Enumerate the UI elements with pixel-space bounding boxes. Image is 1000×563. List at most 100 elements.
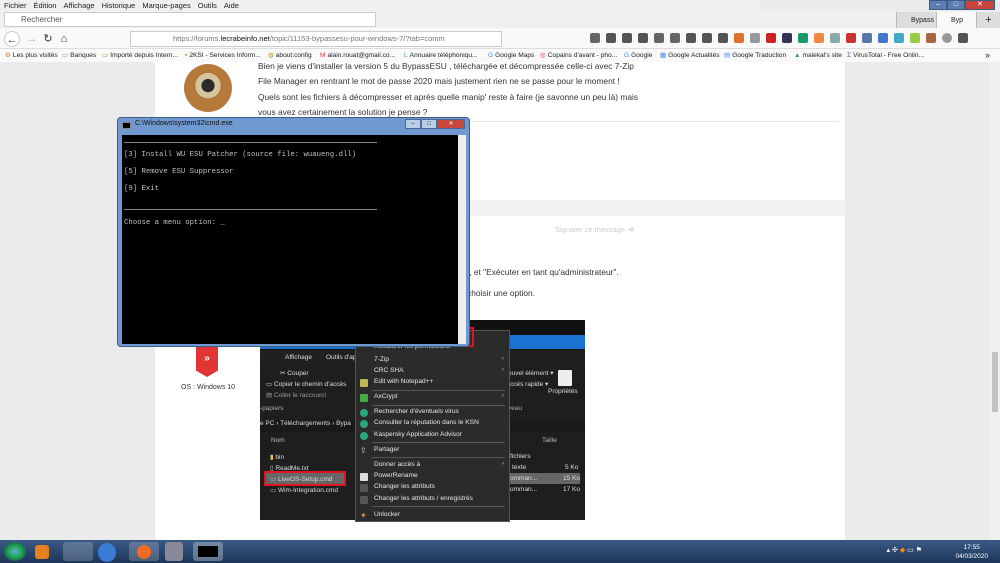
- scrollbar-thumb[interactable]: [992, 352, 998, 412]
- lt-icon[interactable]: [782, 33, 792, 43]
- text-icon[interactable]: [846, 33, 856, 43]
- avatar[interactable]: [184, 64, 232, 112]
- menu-affichage[interactable]: Affichage: [63, 0, 94, 11]
- file-row[interactable]: ▭ Wim-Integration.cmd: [270, 486, 338, 494]
- circle-icon[interactable]: [942, 33, 952, 43]
- menu-edition[interactable]: Édition: [34, 0, 57, 11]
- translate-icon[interactable]: [878, 33, 888, 43]
- close-button[interactable]: ✕: [965, 0, 995, 10]
- new-tab-button[interactable]: +: [976, 12, 1000, 29]
- forward-icon[interactable]: →: [24, 31, 40, 47]
- menu-bar: Fichier Édition Affichage Historique Mar…: [0, 0, 760, 11]
- reply-line: choisir une option.: [467, 288, 535, 298]
- bookmark[interactable]: ▭ Importé depuis Intern...: [102, 49, 178, 62]
- extension-icon[interactable]: [590, 33, 600, 43]
- ip-icon[interactable]: [750, 33, 760, 43]
- bookmarks-icon[interactable]: [686, 33, 696, 43]
- menu-historique[interactable]: Historique: [102, 0, 136, 11]
- url-bar[interactable]: https://forums.lecrabeinfo.net/topic/111…: [130, 31, 502, 47]
- cmd-scrollbar[interactable]: [458, 135, 466, 344]
- menu-aide[interactable]: Aide: [224, 0, 239, 11]
- bookmark[interactable]: ▪ 2KSI - Services Inform...: [185, 49, 261, 62]
- bookmarks-overflow-icon[interactable]: »: [985, 49, 990, 62]
- menu-fichier[interactable]: Fichier: [4, 0, 27, 11]
- file-size: 17 Ko: [563, 486, 580, 493]
- share-icon[interactable]: ⋖: [628, 225, 635, 234]
- bookmark[interactable]: ▦ Google Actualités: [660, 49, 720, 62]
- network-tool-icon[interactable]: [165, 542, 183, 561]
- explorer-cut: ✂ Couper: [280, 370, 309, 377]
- ctx-change-attributes-saved[interactable]: Changer les attributs / enregistrés: [374, 495, 473, 502]
- column-size[interactable]: Taille: [542, 437, 557, 444]
- tab-bypass-active[interactable]: Byp: [936, 12, 976, 29]
- ribbon-group: -papiers: [260, 405, 284, 412]
- ctx-powerrename[interactable]: PowerRename: [374, 472, 418, 479]
- settings-icon[interactable]: [654, 33, 664, 43]
- ctx-share[interactable]: Partager: [374, 446, 399, 453]
- tray-icons[interactable]: ▴ ✣ ◆ ▭ ⚑: [887, 546, 922, 554]
- maximize-button[interactable]: □: [947, 0, 965, 10]
- cmd-window[interactable]: C:\Windows\system32\cmd.exe – □ ✕ [3] Inst…: [117, 117, 470, 347]
- cmd-close-button[interactable]: ✕: [437, 119, 465, 129]
- qr-icon[interactable]: [894, 33, 904, 43]
- ctx-give-access[interactable]: Donner accès à: [374, 461, 420, 468]
- ctx-ksn[interactable]: Consulter la réputation dans le KSN: [374, 419, 479, 426]
- explorer-copy-path: ▭ Copier le chemin d'accès: [266, 381, 347, 388]
- console-line: [9] Exit: [124, 185, 160, 193]
- fox-icon[interactable]: [814, 33, 824, 43]
- cookie-icon[interactable]: [926, 33, 936, 43]
- file-row[interactable]: ▮ bin: [270, 453, 284, 461]
- download-icon[interactable]: [606, 33, 616, 43]
- kaspersky-icon: [360, 420, 368, 428]
- rank-badge-icon: »: [196, 345, 218, 377]
- report-link[interactable]: Signaler ce message: [555, 225, 625, 234]
- ctx-7zip[interactable]: 7-Zip: [374, 356, 389, 363]
- ctx-kaspersky-advisor[interactable]: Kaspersky Application Advisor: [374, 431, 462, 438]
- column-name[interactable]: Nom: [271, 437, 285, 444]
- cmd-minimize-button[interactable]: –: [405, 119, 421, 129]
- menu-marque-pages[interactable]: Marque-pages: [142, 0, 190, 11]
- back-icon[interactable]: ←: [4, 31, 20, 47]
- bookmark[interactable]: ▲ malekal's site: [794, 49, 842, 62]
- tab-bypass-gmail[interactable]: Bypass: [896, 12, 936, 29]
- screenshot-icon[interactable]: [670, 33, 680, 43]
- ctx-axcrypt[interactable]: AxCrypt: [374, 393, 397, 400]
- bookmark[interactable]: ⚙ Les plus visités: [5, 49, 58, 62]
- clock[interactable]: 17:55 04/03/2020: [955, 543, 988, 561]
- ctx-notepad[interactable]: Edit with Notepad++: [374, 378, 433, 385]
- bookmark[interactable]: ▭ Banques: [62, 49, 96, 62]
- bookmark[interactable]: Σ VirusTotal - Free Onlin...: [847, 49, 924, 62]
- account-icon[interactable]: [718, 33, 728, 43]
- chat-icon[interactable]: [862, 33, 872, 43]
- start-button-icon[interactable]: [4, 542, 26, 561]
- firefox-icon[interactable]: [129, 542, 159, 561]
- search-input[interactable]: Rechercher: [4, 12, 376, 27]
- explorer-taskbar-icon[interactable]: [63, 542, 93, 561]
- hamburger-menu-icon[interactable]: [958, 33, 968, 43]
- speed-icon[interactable]: [910, 33, 920, 43]
- thunderbird-icon[interactable]: [98, 543, 116, 562]
- ctx-unlocker[interactable]: Unlocker: [374, 511, 400, 518]
- page-scrollbar[interactable]: [990, 62, 1000, 540]
- menu-outils[interactable]: Outils: [198, 0, 217, 11]
- image-icon[interactable]: [830, 33, 840, 43]
- media-player-icon[interactable]: [35, 545, 49, 559]
- blocker-icon[interactable]: [734, 33, 744, 43]
- sidebar-icon[interactable]: [702, 33, 712, 43]
- cmd-maximize-button[interactable]: □: [421, 119, 437, 129]
- minimize-button[interactable]: –: [929, 0, 947, 10]
- home-icon[interactable]: ⌂: [56, 31, 72, 47]
- ctx-change-attributes[interactable]: Changer les attributs: [374, 483, 435, 490]
- reload-icon[interactable]: ↻: [40, 31, 56, 47]
- ctx-scan-virus[interactable]: Rechercher d'éventuels virus: [374, 408, 459, 415]
- bookmark[interactable]: ▤ Google Traduction: [724, 49, 786, 62]
- powerrename-icon: [360, 473, 368, 481]
- tab-strip: Bypass Byp +: [896, 12, 1000, 29]
- shield-icon[interactable]: [798, 33, 808, 43]
- ctx-crc-sha[interactable]: CRC SHA: [374, 367, 404, 374]
- console-output[interactable]: [3] Install WU ESU Patcher (source file:…: [122, 135, 459, 344]
- cmd-taskbar-icon[interactable]: [193, 542, 223, 561]
- pdf-icon[interactable]: [766, 33, 776, 43]
- library-icon[interactable]: [622, 33, 632, 43]
- print-icon[interactable]: [638, 33, 648, 43]
